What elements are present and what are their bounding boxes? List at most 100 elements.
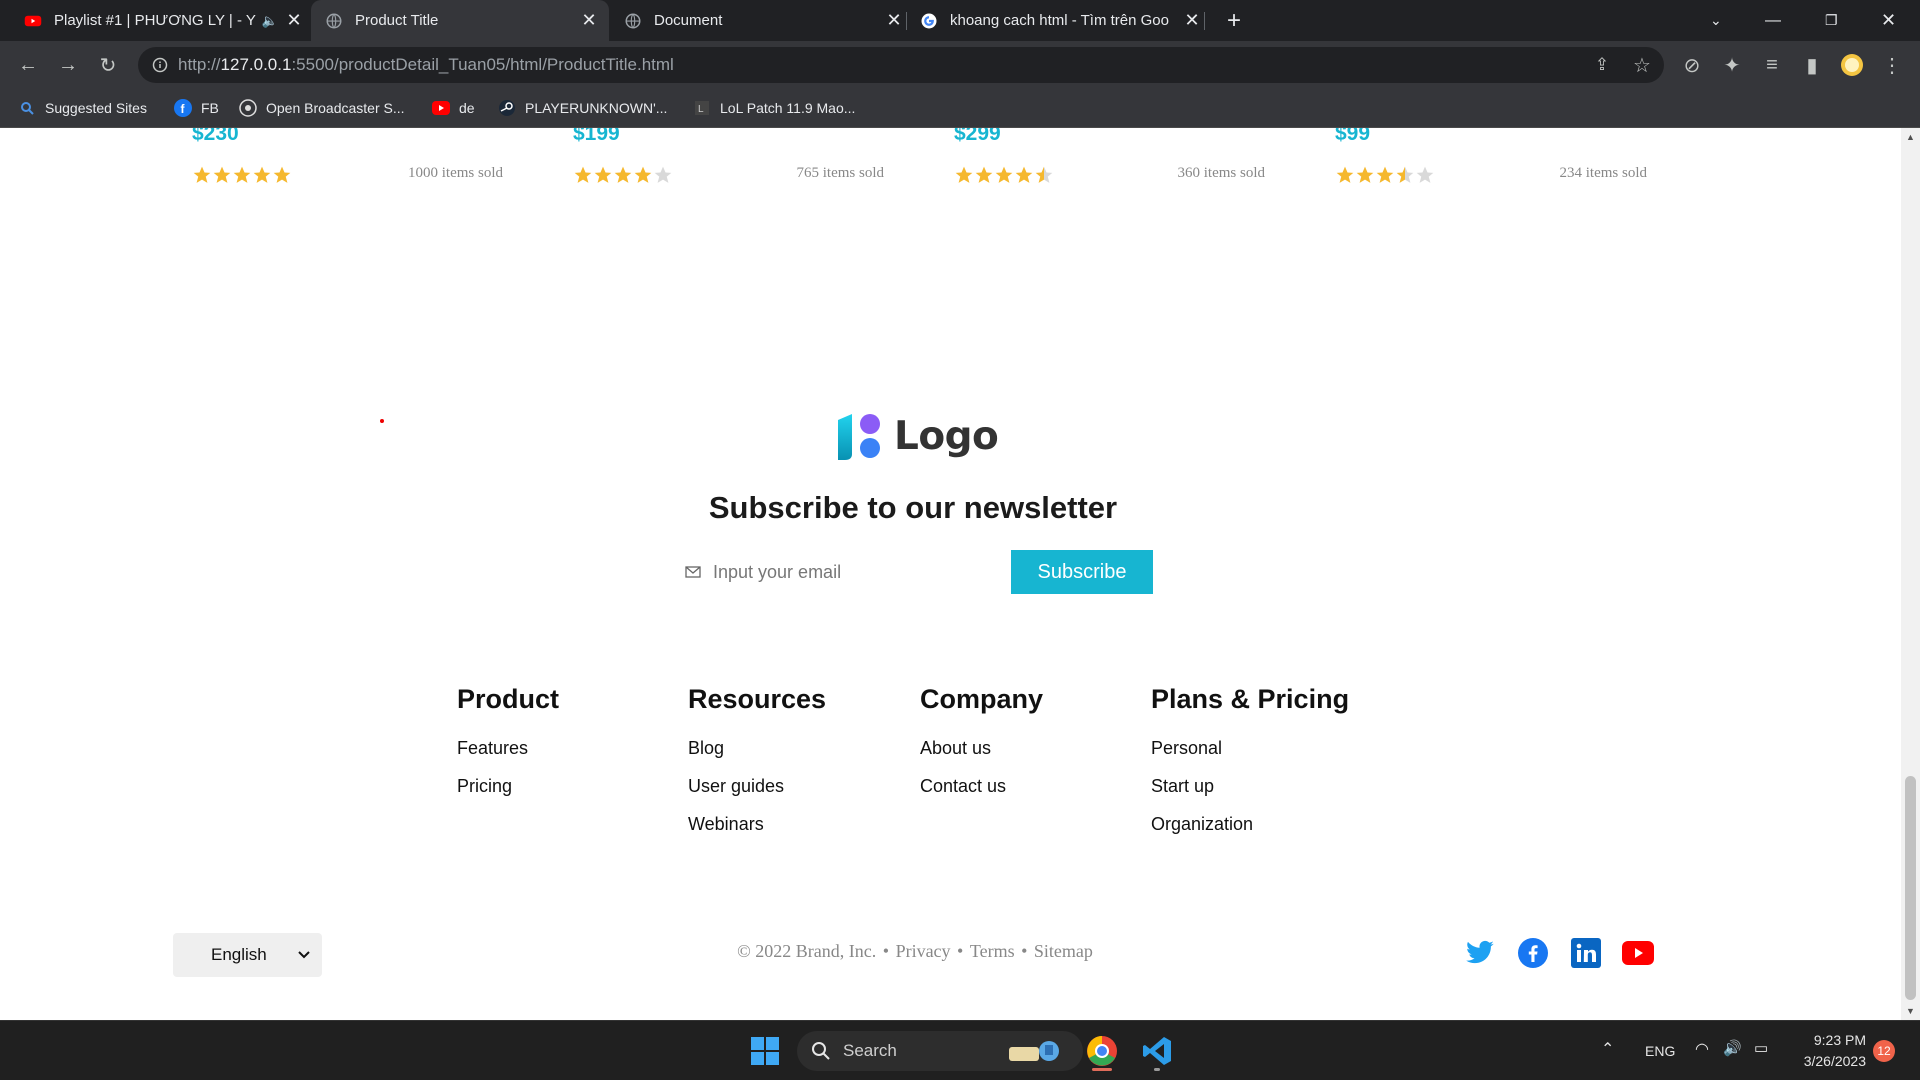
bookmarks-bar: Suggested Sites f FB Open Broadcaster S.… (0, 89, 1920, 128)
reload-icon[interactable]: ↻ (96, 53, 120, 77)
minimize-icon[interactable]: — (1765, 0, 1785, 41)
star-filled-icon (253, 166, 271, 183)
compass-icon[interactable]: ⊘ (1680, 53, 1704, 77)
input-language[interactable]: ENG (1645, 1043, 1675, 1059)
footer-link[interactable]: Webinars (688, 805, 826, 843)
footer-link[interactable]: Start up (1151, 767, 1349, 805)
close-tab-icon[interactable]: ✕ (1182, 10, 1202, 31)
chrome-taskbar-icon[interactable] (1080, 1031, 1124, 1071)
youtube-icon[interactable] (1621, 936, 1655, 970)
footer-link[interactable]: About us (920, 729, 1043, 767)
star-filled-icon (1356, 166, 1374, 183)
media-icon[interactable]: ≡ (1760, 53, 1784, 77)
tab-separator (906, 12, 907, 30)
bookmark-de[interactable]: de (432, 97, 475, 119)
close-tab-icon[interactable]: ✕ (884, 10, 904, 31)
bookmark-label: PLAYERUNKNOWN'... (525, 100, 668, 116)
star-filled-icon (1336, 166, 1354, 183)
footer-link[interactable]: Organization (1151, 805, 1349, 843)
vscode-taskbar-icon[interactable] (1135, 1031, 1179, 1071)
start-button[interactable] (745, 1031, 785, 1071)
footer-link[interactable]: Contact us (920, 767, 1043, 805)
items-sold-count: 360 items sold (1177, 165, 1265, 181)
avatar[interactable] (1840, 53, 1864, 77)
browser-toolbar: ← → ↻ http://127.0.0.1:5500/productDetai… (0, 41, 1920, 89)
copyright-line: © 2022 Brand, Inc. • Privacy • Terms • S… (737, 941, 1093, 961)
close-tab-icon[interactable]: ✕ (284, 10, 304, 31)
tray-chevron-icon[interactable]: ⌃ (1601, 1039, 1614, 1059)
twitter-icon[interactable] (1463, 936, 1497, 970)
email-field[interactable] (685, 550, 1005, 594)
footer-link[interactable]: Personal (1151, 729, 1349, 767)
star-filled-icon (634, 166, 652, 183)
logo-text: Logo (894, 413, 999, 459)
battery-icon[interactable]: ▭ (1754, 1039, 1768, 1057)
clock-time[interactable]: 9:23 PM (1794, 1032, 1866, 1048)
footer-link[interactable]: Pricing (457, 767, 559, 805)
product-rating (954, 165, 1054, 185)
footer-link[interactable]: User guides (688, 767, 826, 805)
restore-icon[interactable]: ❐ (1825, 0, 1845, 41)
info-icon[interactable] (152, 57, 168, 73)
scroll-up-arrow-icon[interactable]: ▲ (1906, 132, 1915, 142)
google-icon (921, 13, 937, 28)
clock-date[interactable]: 3/26/2023 (1794, 1053, 1866, 1069)
facebook-icon: f (174, 99, 192, 117)
taskbar-search[interactable]: Search (797, 1031, 1083, 1071)
bookmark-label: Open Broadcaster S... (266, 100, 405, 116)
product-price: $199 (573, 128, 620, 145)
star-half-icon (1035, 166, 1053, 183)
page-scrollbar[interactable]: ▲ ▼ (1901, 128, 1920, 1020)
extensions-icon[interactable]: ✦ (1720, 53, 1744, 77)
footer-column: Product Features Pricing (457, 684, 559, 805)
share-icon[interactable]: ⇪ (1590, 53, 1614, 77)
sidepanel-icon[interactable]: ▮ (1800, 53, 1824, 77)
email-input[interactable] (713, 561, 993, 583)
tab-search-chevron-icon[interactable]: ⌄ (1710, 0, 1730, 41)
close-tab-icon[interactable]: ✕ (579, 10, 599, 31)
footer-link[interactable]: Blog (688, 729, 826, 767)
scrollbar-thumb[interactable] (1905, 776, 1916, 1000)
footer-column-heading: Company (920, 684, 1044, 714)
bookmark-suggested-sites[interactable]: Suggested Sites (18, 97, 147, 119)
product-rating (192, 165, 292, 185)
tab-title: Document (654, 12, 723, 29)
bookmark-lol[interactable]: L LoL Patch 11.9 Mao... (693, 97, 855, 119)
search-highlight-icon (1009, 1041, 1059, 1061)
notification-badge[interactable]: 12 (1873, 1040, 1895, 1062)
sitemap-link[interactable]: Sitemap (1034, 941, 1093, 961)
footer-column-heading: Product (457, 684, 560, 714)
address-bar[interactable]: http://127.0.0.1:5500/productDetail_Tuan… (138, 47, 1664, 83)
privacy-link[interactable]: Privacy (896, 941, 951, 961)
bookmark-label: FB (201, 100, 219, 116)
star-filled-icon (574, 166, 592, 183)
back-icon[interactable]: ← (16, 53, 40, 77)
terms-link[interactable]: Terms (970, 941, 1015, 961)
tab-google-search[interactable]: khoang cach html - Tìm trên Goo ✕ (912, 0, 1202, 41)
bookmark-fb[interactable]: f FB (174, 97, 219, 119)
tab-title: khoang cach html - Tìm trên Goo (950, 12, 1169, 29)
facebook-icon[interactable] (1516, 936, 1550, 970)
bookmark-obs[interactable]: Open Broadcaster S... (239, 97, 405, 119)
tab-document[interactable]: Document ✕ (614, 0, 904, 41)
subscribe-button[interactable]: Subscribe (1011, 550, 1153, 594)
tab-product-title[interactable]: Product Title ✕ (311, 0, 609, 41)
star-empty-icon (654, 166, 672, 183)
footer-link[interactable]: Features (457, 729, 559, 767)
close-window-icon[interactable]: ✕ (1881, 0, 1901, 41)
globe-icon (625, 13, 641, 28)
url-prefix: http:// (178, 55, 221, 74)
scroll-down-arrow-icon[interactable]: ▼ (1906, 1006, 1915, 1016)
new-tab-button[interactable]: + (1222, 0, 1246, 41)
linkedin-icon[interactable] (1569, 936, 1603, 970)
forward-icon[interactable]: → (56, 53, 80, 77)
tab-playlist[interactable]: Playlist #1 | PHƯƠNG LY | - Y 🔈 ✕ (14, 0, 304, 41)
menu-kebab-icon[interactable]: ⋮ (1880, 53, 1904, 77)
volume-icon[interactable]: 🔊 (1723, 1039, 1742, 1057)
wifi-icon[interactable]: ◠ (1695, 1039, 1709, 1059)
speaker-icon[interactable]: 🔈 (262, 13, 278, 29)
bookmark-star-icon[interactable]: ☆ (1630, 53, 1654, 77)
bookmark-label: de (459, 100, 475, 116)
bookmark-pubg[interactable]: PLAYERUNKNOWN'... (498, 97, 667, 119)
footer-logo[interactable]: Logo (834, 410, 999, 462)
